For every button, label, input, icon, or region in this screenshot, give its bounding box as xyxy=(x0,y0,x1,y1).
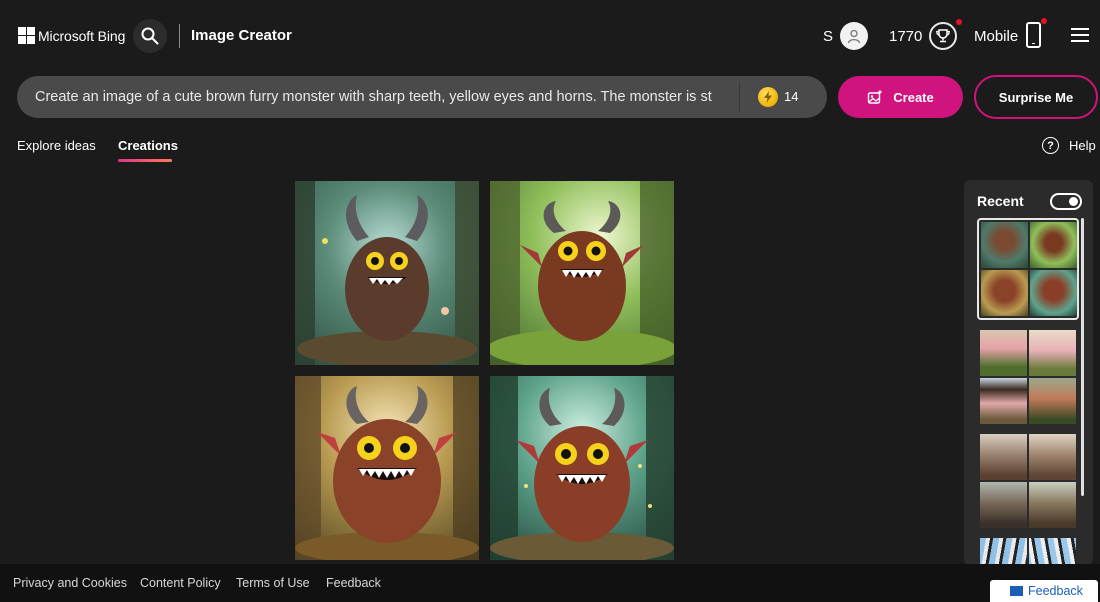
thumbnail xyxy=(1029,482,1076,528)
thumbnail xyxy=(1030,270,1077,316)
boost-coin-icon[interactable] xyxy=(758,87,778,107)
user-icon xyxy=(847,29,861,44)
thumbnail xyxy=(980,538,1027,565)
recent-toggle[interactable] xyxy=(1050,193,1082,210)
windows-logo-icon xyxy=(18,27,35,44)
search-icon xyxy=(141,27,159,45)
help-link[interactable]: ? Help xyxy=(1042,137,1096,154)
thumbnail xyxy=(1029,378,1076,424)
mobile-notification-dot xyxy=(1041,18,1047,24)
recent-creation-zebras[interactable] xyxy=(980,538,1076,565)
rewards-button[interactable] xyxy=(929,22,957,50)
recent-title: Recent xyxy=(977,193,1024,209)
terms-of-use-link[interactable]: Terms of Use xyxy=(236,576,310,590)
hamburger-menu-icon[interactable] xyxy=(1071,28,1089,42)
search-button[interactable] xyxy=(133,19,167,53)
rewards-points[interactable]: 1770 xyxy=(889,28,922,45)
create-label: Create xyxy=(893,89,934,105)
surprise-me-button[interactable]: Surprise Me xyxy=(974,75,1098,119)
thumbnail xyxy=(980,482,1027,528)
microsoft-bing-logo[interactable]: Microsoft Bing xyxy=(18,27,125,44)
trophy-icon xyxy=(936,29,950,43)
chat-bubble-icon xyxy=(1010,586,1023,596)
footer: Privacy and Cookies Content Policy Terms… xyxy=(0,564,1100,602)
recent-creation-monsters[interactable] xyxy=(977,218,1079,320)
recent-panel: Recent xyxy=(964,180,1093,565)
avatar[interactable] xyxy=(840,22,868,50)
boost-count: 14 xyxy=(784,89,799,104)
content-policy-link[interactable]: Content Policy xyxy=(140,576,221,590)
tab-creations[interactable]: Creations xyxy=(118,138,178,153)
user-initial[interactable]: S xyxy=(823,28,833,45)
recent-creation-cities[interactable] xyxy=(980,434,1076,528)
create-button[interactable]: Create xyxy=(838,76,963,118)
feedback-button[interactable]: Feedback xyxy=(990,580,1098,602)
image-sparkle-icon xyxy=(868,89,883,104)
feedback-button-label: Feedback xyxy=(1028,584,1083,598)
prompt-input[interactable] xyxy=(35,76,735,118)
app-title[interactable]: Image Creator xyxy=(191,27,292,44)
top-header: Microsoft Bing Image Creator S 1770 Mobi… xyxy=(0,0,1100,72)
generated-image-3[interactable] xyxy=(295,376,479,560)
mobile-label[interactable]: Mobile xyxy=(974,28,1018,45)
generated-image-2[interactable] xyxy=(490,181,674,365)
help-label: Help xyxy=(1069,138,1096,153)
recent-creation-pigs[interactable] xyxy=(980,330,1076,424)
thumbnail xyxy=(1029,330,1076,376)
privacy-cookies-link[interactable]: Privacy and Cookies xyxy=(13,576,127,590)
thumbnail xyxy=(1030,222,1077,268)
feedback-link[interactable]: Feedback xyxy=(326,576,381,590)
prompt-divider xyxy=(739,82,740,112)
active-tab-indicator xyxy=(118,159,172,162)
thumbnail xyxy=(1029,538,1076,565)
generated-image-1[interactable] xyxy=(295,181,479,365)
brand-name: Microsoft Bing xyxy=(38,27,126,44)
thumbnail xyxy=(980,378,1027,424)
mobile-phone-icon[interactable] xyxy=(1026,22,1041,48)
thumbnail xyxy=(980,330,1027,376)
thumbnail xyxy=(980,434,1027,480)
tab-explore-ideas[interactable]: Explore ideas xyxy=(17,138,96,153)
thumbnail xyxy=(981,270,1028,316)
help-icon: ? xyxy=(1042,137,1059,154)
generated-image-4[interactable] xyxy=(490,376,674,560)
thumbnail xyxy=(981,222,1028,268)
header-divider xyxy=(179,24,180,48)
rewards-notification-dot xyxy=(956,19,962,25)
thumbnail xyxy=(1029,434,1076,480)
prompt-bar: 14 xyxy=(17,76,827,118)
recent-scrollbar[interactable] xyxy=(1081,218,1084,496)
